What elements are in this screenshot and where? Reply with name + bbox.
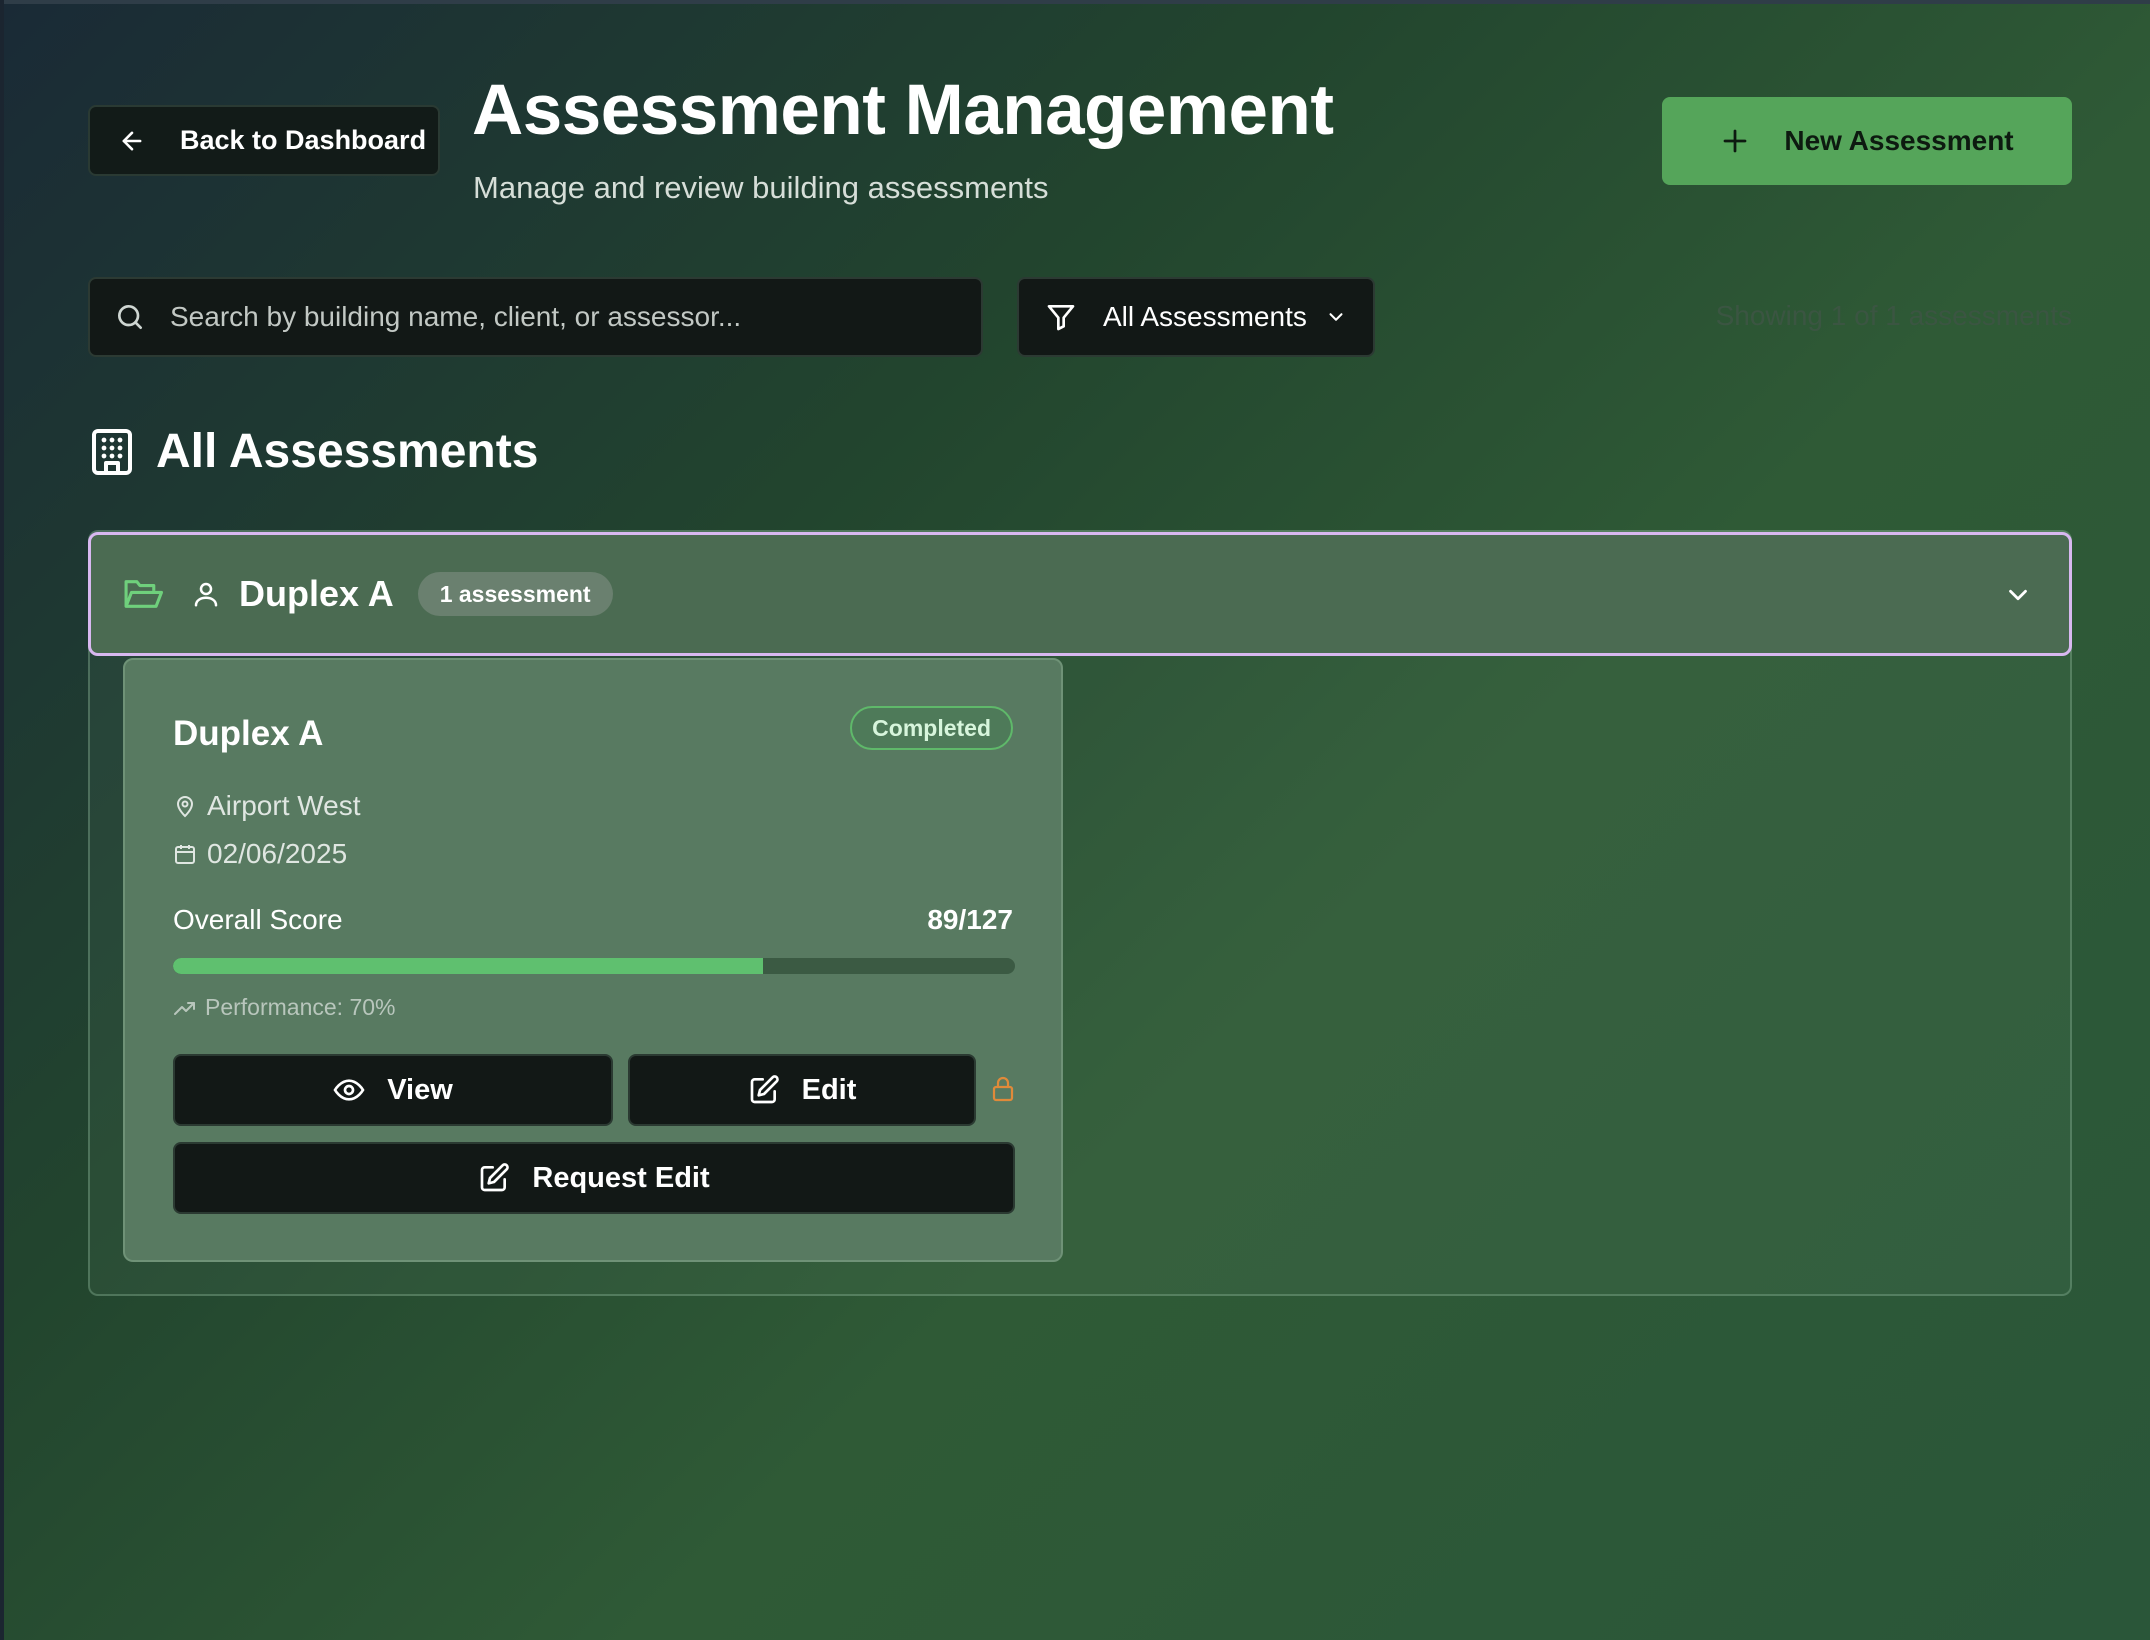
date-row: 02/06/2025 [173, 838, 347, 870]
location-row: Airport West [173, 790, 361, 822]
plus-icon [1723, 129, 1747, 153]
calendar-icon [175, 845, 195, 864]
score-progress-fill [173, 958, 764, 974]
folder-open-icon [124, 580, 163, 608]
filter-label: All Assessments [1103, 301, 1307, 332]
view-label: View [387, 1073, 453, 1106]
new-assessment-button[interactable]: New Assessment [1662, 97, 2072, 185]
search-box [88, 277, 983, 357]
assessment-filter-select[interactable]: All Assessments [1017, 277, 1375, 357]
search-input[interactable] [170, 301, 950, 333]
group-name: Duplex A [239, 573, 394, 614]
top-border [0, 0, 2150, 4]
assessment-card: Duplex A Completed Airport West 02/06/20… [123, 658, 1063, 1262]
group-count-badge: 1 assessment [417, 572, 613, 616]
edit-label: Edit [801, 1073, 857, 1106]
request-edit-button[interactable]: Request Edit [173, 1142, 1015, 1214]
section-heading: All Assessments [90, 424, 538, 479]
group-header-duplex-a[interactable]: Duplex A 1 assessment [88, 532, 2072, 656]
performance-text: Performance: 70% [205, 994, 396, 1020]
eye-icon [333, 1079, 365, 1101]
chevron-down-icon[interactable] [2003, 580, 2033, 610]
edit-button[interactable]: Edit [628, 1054, 976, 1126]
edit-icon [750, 1075, 779, 1104]
page-subtitle: Manage and review building assessments [473, 170, 1049, 205]
back-to-dashboard-label: Back to Dashboard [180, 125, 427, 155]
search-icon [117, 305, 142, 329]
left-border [0, 0, 4, 1640]
edit-icon [481, 1163, 510, 1192]
status-badge: Completed [850, 706, 1013, 750]
view-button[interactable]: View [173, 1054, 613, 1126]
chevron-down-icon [1329, 313, 1343, 321]
section-title: All Assessments [156, 425, 539, 478]
user-icon [194, 582, 218, 607]
page-title: Assessment Management [472, 71, 1334, 150]
map-pin-icon [176, 796, 194, 818]
building-icon [92, 428, 132, 475]
score-progress-bar [173, 958, 1015, 974]
date-text: 02/06/2025 [207, 838, 348, 869]
card-title: Duplex A [173, 714, 324, 753]
filter-icon [1047, 305, 1075, 331]
new-assessment-label: New Assessment [1784, 125, 2014, 156]
arrow-left-icon [122, 131, 142, 150]
location-text: Airport West [207, 790, 361, 821]
lock-icon [992, 1076, 1014, 1102]
results-count: Showing 1 of 1 assessments [1715, 300, 2072, 331]
score-value: 89/127 [927, 904, 1013, 935]
request-edit-label: Request Edit [532, 1161, 710, 1194]
back-to-dashboard-button[interactable]: Back to Dashboard [88, 105, 440, 176]
trending-up-icon [174, 1001, 195, 1015]
score-label: Overall Score [173, 904, 343, 935]
performance-row: Performance: 70% [173, 994, 395, 1021]
